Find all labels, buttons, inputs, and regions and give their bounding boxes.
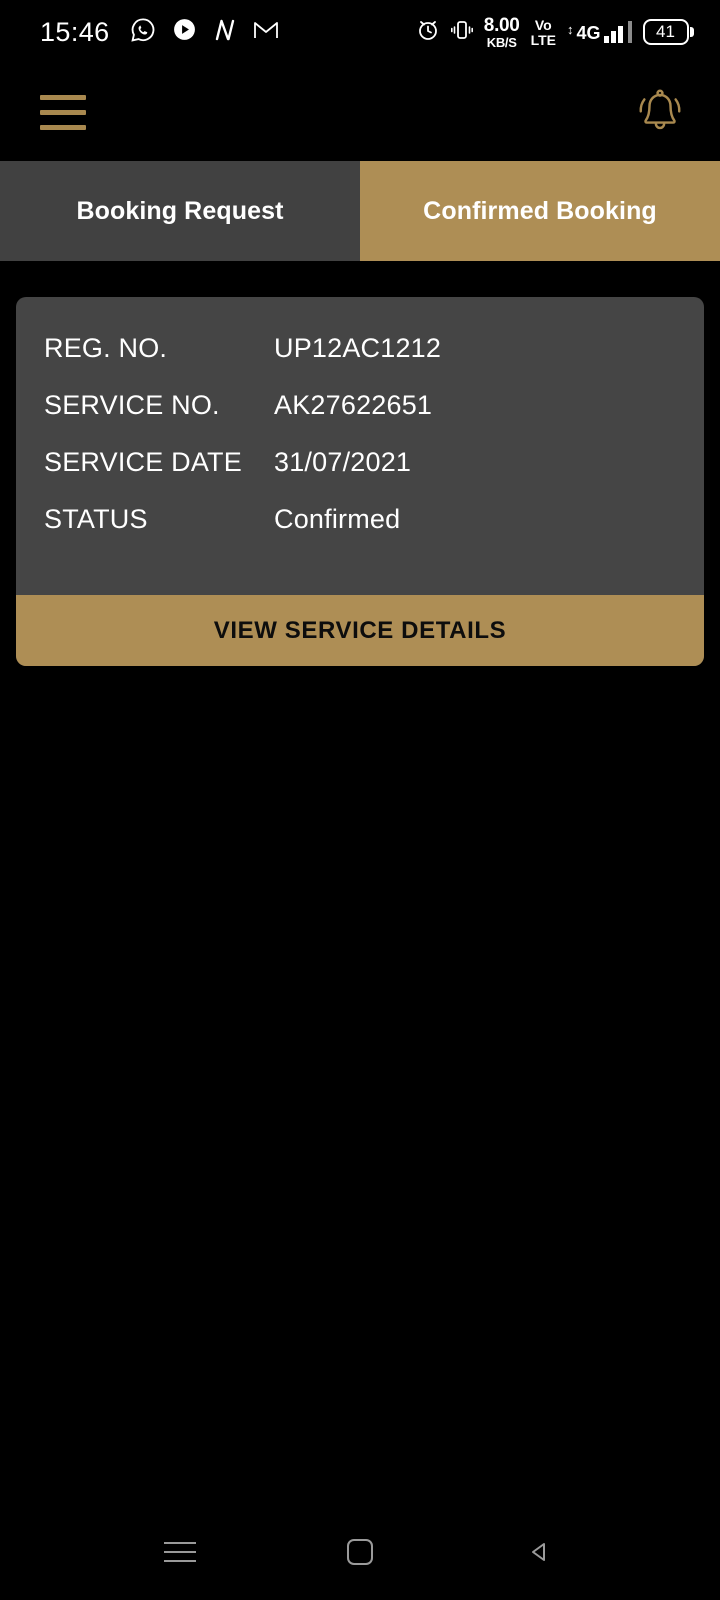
recents-line — [164, 1542, 196, 1544]
n-logo-icon — [213, 17, 237, 48]
status-bar-right: 8.00 KB/S Vo LTE ↕ 4G 41 — [416, 16, 694, 49]
back-icon[interactable] — [495, 1522, 585, 1582]
status-bar-clock: 15:46 — [40, 16, 110, 47]
hamburger-line — [40, 110, 86, 115]
android-navigation-bar — [0, 1504, 720, 1600]
reg-no-value: UP12AC1212 — [274, 333, 442, 363]
status-label: STATUS — [44, 504, 148, 534]
hamburger-line — [40, 125, 86, 130]
network-speed-indicator: 8.00 KB/S — [484, 16, 520, 49]
tab-booking-request-label: Booking Request — [76, 196, 284, 225]
booking-row-status: STATUS Confirmed — [16, 504, 704, 561]
tab-booking-request[interactable]: Booking Request — [0, 161, 360, 261]
play-circle-icon — [172, 17, 197, 47]
notification-bell-icon[interactable] — [630, 83, 690, 143]
service-no-label: SERVICE NO. — [44, 390, 220, 420]
reg-no-label: REG. NO. — [44, 333, 168, 363]
battery-level-text: 41 — [642, 19, 689, 45]
booking-tab-bar: Booking Request Confirmed Booking — [0, 161, 720, 261]
phone-screen: 15:46 8.00 KB/S Vo LTE ↕ 4G 41 Booking R… — [0, 0, 720, 1600]
network-speed-unit: KB/S — [486, 34, 517, 50]
data-transfer-arrows-icon: ↕ — [566, 22, 574, 37]
volte-indicator: Vo LTE — [531, 18, 556, 47]
booking-card-body: REG. NO. UP12AC1212 SERVICE NO. AK276226… — [16, 297, 704, 595]
hamburger-line — [40, 95, 86, 100]
status-value: Confirmed — [274, 504, 401, 534]
booking-row-service-date: SERVICE DATE 31/07/2021 — [16, 447, 704, 504]
volte-line-2: LTE — [530, 31, 556, 48]
network-speed-value: 8.00 — [483, 14, 520, 36]
booking-list-content: REG. NO. UP12AC1212 SERVICE NO. AK276226… — [0, 261, 720, 1504]
tab-confirmed-booking-label: Confirmed Booking — [423, 196, 657, 225]
hamburger-menu-icon[interactable] — [40, 95, 86, 130]
status-bar-left: 15:46 — [40, 17, 279, 48]
tab-confirmed-booking[interactable]: Confirmed Booking — [360, 161, 720, 261]
recents-line — [164, 1560, 196, 1562]
gmail-icon — [253, 18, 279, 47]
vibrate-icon — [450, 18, 473, 47]
booking-row-service-no: SERVICE NO. AK27622651 — [16, 390, 704, 447]
home-icon[interactable] — [315, 1522, 405, 1582]
signal-indicator: ↕ 4G — [567, 21, 632, 43]
network-type-label: 4G — [576, 23, 601, 43]
home-glyph — [347, 1539, 373, 1565]
view-service-details-button[interactable]: VIEW SERVICE DETAILS — [16, 595, 704, 666]
signal-bars-icon — [603, 21, 632, 43]
service-date-value: 31/07/2021 — [274, 447, 412, 477]
whatsapp-icon — [130, 17, 156, 48]
battery-indicator: 41 — [642, 19, 694, 45]
recents-glyph — [164, 1542, 196, 1562]
view-service-details-label: VIEW SERVICE DETAILS — [213, 616, 507, 644]
service-date-label: SERVICE DATE — [44, 447, 242, 477]
service-no-value: AK27622651 — [274, 390, 433, 420]
recents-icon[interactable] — [135, 1522, 225, 1582]
recents-line — [164, 1551, 196, 1553]
battery-cap-icon — [690, 27, 694, 37]
app-header — [0, 64, 720, 161]
booking-row-reg-no: REG. NO. UP12AC1212 — [16, 333, 704, 390]
status-bar: 15:46 8.00 KB/S Vo LTE ↕ 4G 41 — [0, 0, 720, 64]
booking-card: REG. NO. UP12AC1212 SERVICE NO. AK276226… — [16, 297, 704, 666]
volte-line-1: Vo — [534, 16, 552, 33]
alarm-icon — [416, 18, 440, 47]
